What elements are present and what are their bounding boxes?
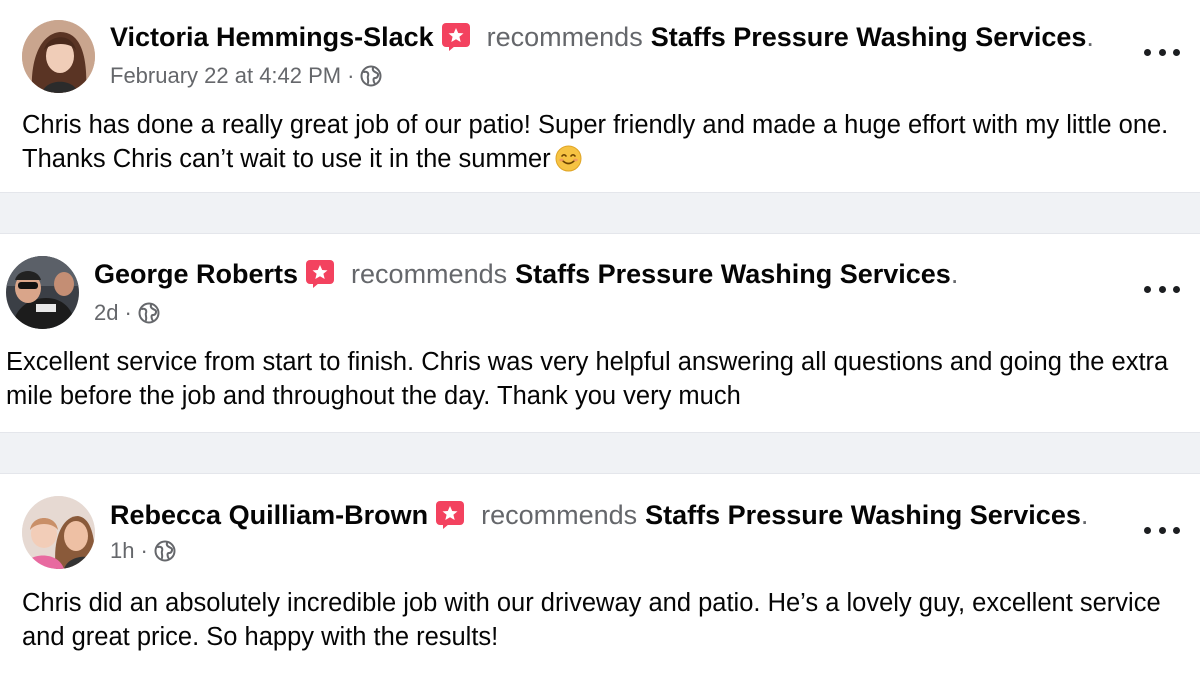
- recommend-icon: [435, 500, 465, 530]
- recommends-label: recommends: [481, 500, 638, 530]
- globe-icon[interactable]: [138, 302, 160, 324]
- avatar[interactable]: [22, 496, 95, 569]
- meta-separator: ·: [140, 538, 148, 563]
- post-body: Chris did an absolutely incredible job w…: [22, 586, 1187, 654]
- more-options-button[interactable]: [1144, 45, 1180, 59]
- post-body: Excellent service from start to finish. …: [6, 345, 1191, 413]
- recommend-icon: [305, 259, 335, 289]
- dot-icon: [1173, 526, 1180, 534]
- more-options-button[interactable]: [1144, 523, 1180, 537]
- review-post: George Roberts recommends Staffs Pressur…: [0, 234, 1200, 432]
- author-name[interactable]: George Roberts: [94, 257, 298, 291]
- page-name[interactable]: Staffs Pressure Washing Services: [645, 498, 1081, 532]
- post-body: Chris has done a really great job of our…: [22, 108, 1182, 176]
- smiling-face-icon: [555, 145, 582, 172]
- post-divider: [0, 432, 1200, 474]
- profile-photo: [22, 20, 95, 93]
- review-post: Rebecca Quilliam-Brown recommends Staffs…: [0, 474, 1200, 675]
- post-header: Victoria Hemmings-Slack recommends Staff…: [110, 20, 1094, 54]
- timestamp[interactable]: February 22 at 4:42 PM: [110, 62, 341, 90]
- post-header: Rebecca Quilliam-Brown recommends Staffs…: [110, 498, 1088, 532]
- globe-icon[interactable]: [360, 65, 382, 87]
- globe-icon[interactable]: [154, 540, 176, 562]
- page-name[interactable]: Staffs Pressure Washing Services: [651, 20, 1087, 54]
- punctuation: .: [1080, 500, 1089, 530]
- dot-icon: [1158, 48, 1166, 56]
- post-meta: 2d ·: [94, 299, 160, 327]
- review-post: Victoria Hemmings-Slack recommends Staff…: [0, 0, 1200, 192]
- avatar[interactable]: [6, 256, 79, 329]
- profile-photo: [6, 256, 79, 329]
- page-name[interactable]: Staffs Pressure Washing Services: [515, 257, 951, 291]
- dot-icon: [1158, 526, 1166, 534]
- dot-icon: [1144, 285, 1151, 293]
- recommends-label: recommends: [351, 259, 508, 289]
- post-body-text: Chris has done a really great job of our…: [22, 111, 1169, 173]
- timestamp[interactable]: 2d: [94, 299, 118, 327]
- punctuation: .: [950, 259, 959, 289]
- post-meta: 1h ·: [110, 537, 176, 565]
- post-body-text: Excellent service from start to finish. …: [6, 348, 1169, 410]
- dot-icon: [1173, 285, 1180, 293]
- author-name[interactable]: Victoria Hemmings-Slack: [110, 20, 434, 54]
- dot-icon: [1173, 48, 1180, 56]
- profile-photo: [22, 496, 95, 569]
- timestamp[interactable]: 1h: [110, 537, 134, 565]
- dot-icon: [1158, 285, 1166, 293]
- post-divider: [0, 192, 1200, 234]
- meta-separator: ·: [124, 300, 132, 325]
- post-meta: February 22 at 4:42 PM ·: [110, 62, 382, 90]
- more-options-button[interactable]: [1144, 282, 1180, 296]
- recommend-icon: [441, 22, 471, 52]
- dot-icon: [1144, 526, 1151, 534]
- meta-separator: ·: [347, 63, 355, 88]
- dot-icon: [1144, 48, 1151, 56]
- post-body-text: Chris did an absolutely incredible job w…: [22, 589, 1161, 651]
- author-name[interactable]: Rebecca Quilliam-Brown: [110, 498, 428, 532]
- post-header: George Roberts recommends Staffs Pressur…: [94, 257, 958, 291]
- punctuation: .: [1086, 22, 1094, 52]
- avatar[interactable]: [22, 20, 95, 93]
- recommends-label: recommends: [486, 22, 643, 52]
